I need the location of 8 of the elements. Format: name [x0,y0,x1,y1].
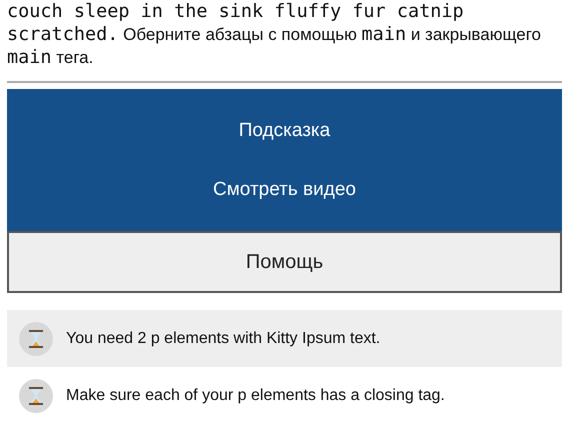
action-button[interactable]: Смотреть видео [7,160,562,219]
help-button[interactable]: Помощь [7,231,562,293]
instruction-text: couch sleep in the sink fluffy fur catnip scratched. Оберните абзацы с помощью main и закрывающего main тега. [7,0,542,69]
action-button[interactable]: Подсказка [7,101,562,160]
hourglass-icon [19,322,53,356]
test-text: Make sure each of your p elements has a closing tag. [66,386,445,404]
hourglass-icon [19,378,53,412]
test-text: You need 2 p elements with Kitty Ipsum text. [66,330,380,348]
